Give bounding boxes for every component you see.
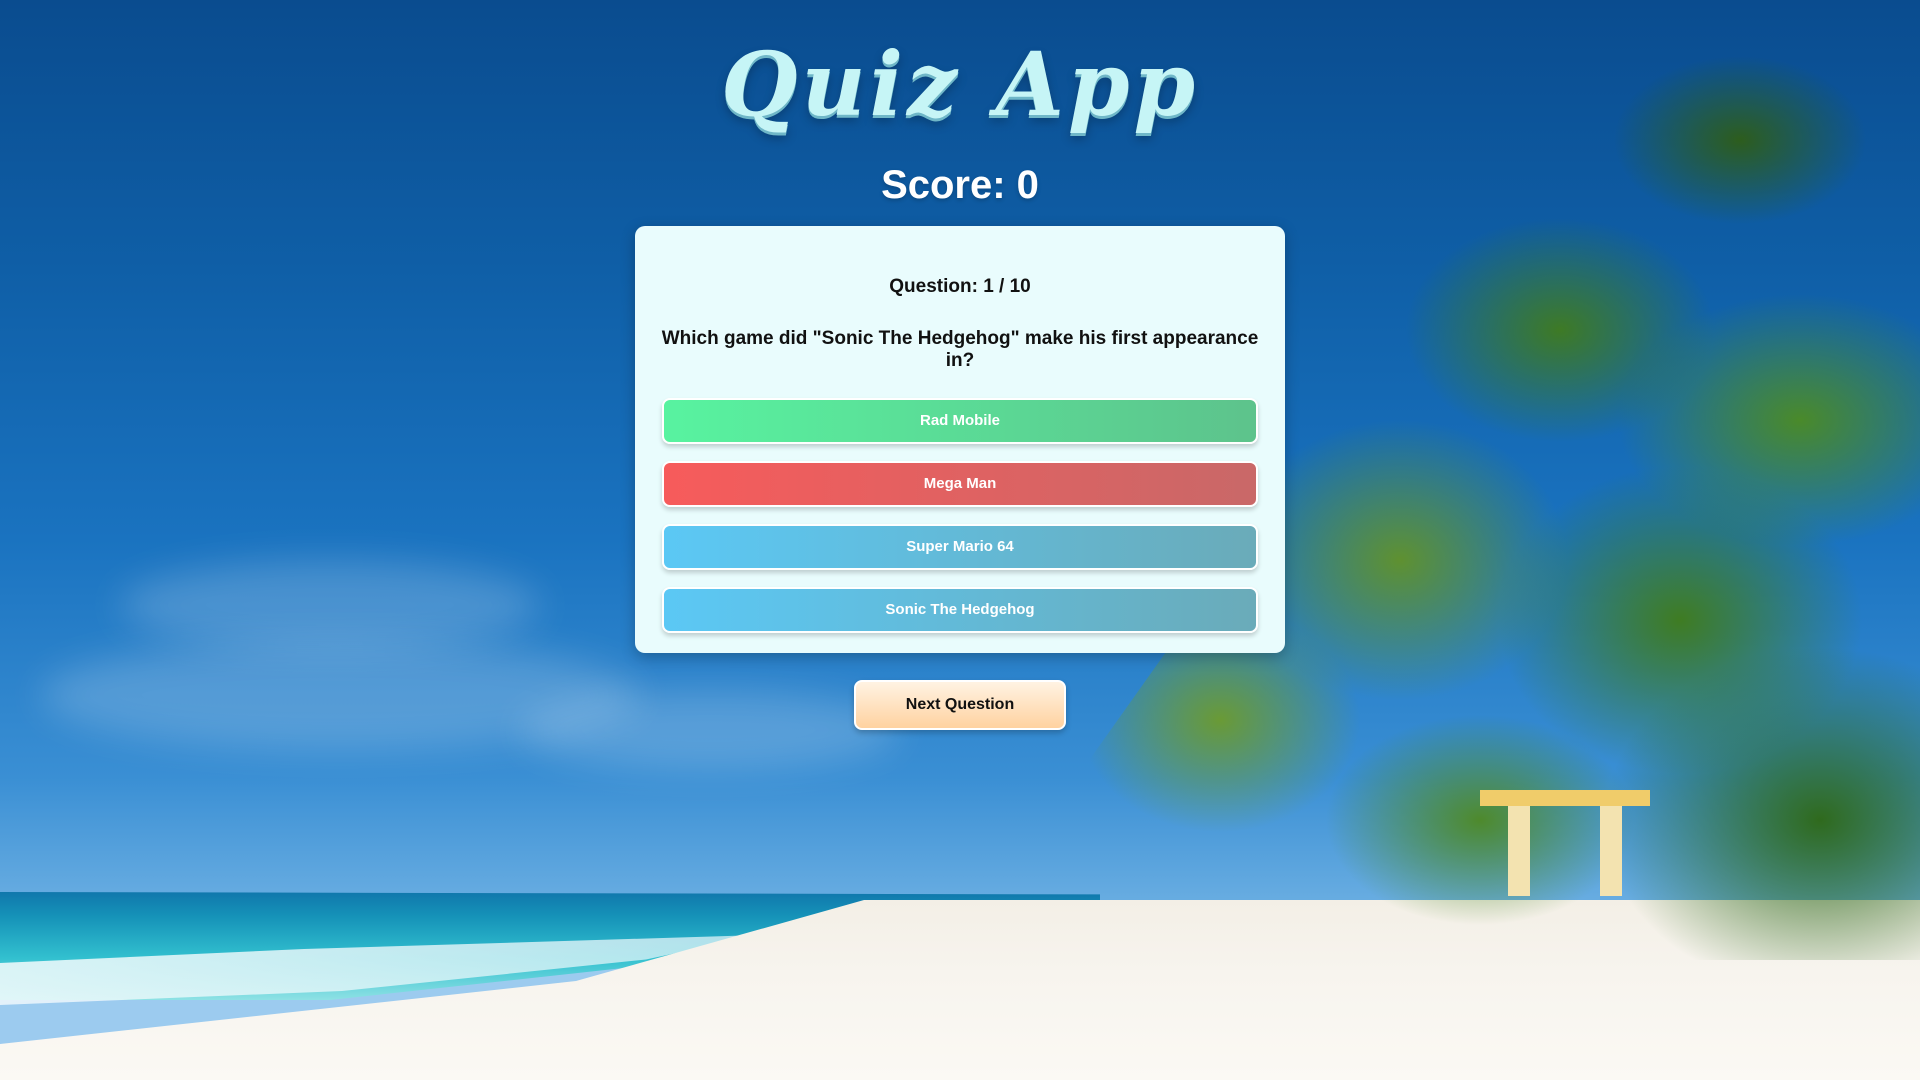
question-counter: Question: 1 / 10 bbox=[889, 275, 1031, 297]
score-display: Score: 0 bbox=[881, 162, 1039, 207]
answer-button-super-mario-64[interactable]: Super Mario 64 bbox=[662, 523, 1258, 570]
question-card: Question: 1 / 10 Which game did "Sonic T… bbox=[635, 225, 1285, 653]
answer-button-rad-mobile[interactable]: Rad Mobile bbox=[662, 397, 1258, 444]
question-text: Which game did "Sonic The Hedgehog" make… bbox=[661, 327, 1259, 371]
answer-list: Rad Mobile Mega Man Super Mario 64 Sonic… bbox=[662, 397, 1258, 633]
answer-button-mega-man[interactable]: Mega Man bbox=[662, 460, 1258, 507]
next-question-button[interactable]: Next Question bbox=[854, 679, 1066, 730]
answer-button-sonic-the-hedgehog[interactable]: Sonic The Hedgehog bbox=[662, 586, 1258, 633]
quiz-app: Quiz App Score: 0 Question: 1 / 10 Which… bbox=[0, 0, 1920, 1080]
app-title: Quiz App bbox=[720, 32, 1199, 136]
